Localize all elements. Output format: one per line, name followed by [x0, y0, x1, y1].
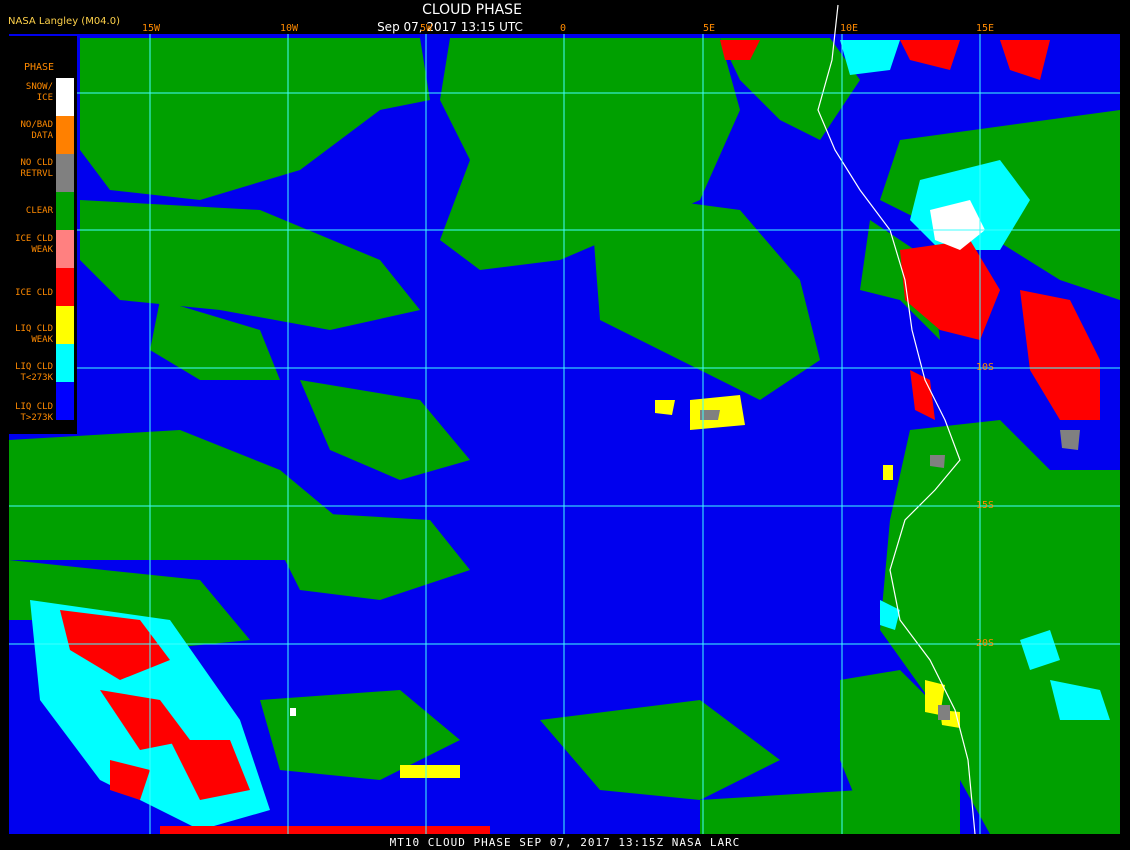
lon-label: 15E [976, 23, 995, 34]
legend-label: SNOW/ ICE [25, 82, 53, 103]
legend-label: NO/BAD DATA [20, 120, 53, 141]
legend-swatch [56, 268, 74, 306]
lon-label: 0 [560, 23, 567, 34]
cloud-phase-map [9, 4, 1120, 835]
legend-swatch [56, 192, 74, 230]
legend-item: LIQ CLD T<273K [9, 344, 77, 383]
lon-label: 5W [420, 23, 433, 34]
legend-label: NO CLD RETRVL [20, 158, 53, 179]
legend-swatch [56, 306, 74, 344]
legend-item: ICE CLD WEAK [9, 230, 77, 268]
footer-caption: MT10 CLOUD PHASE SEP 07, 2017 13:15Z NAS… [389, 836, 741, 849]
lat-label: 20S [976, 638, 995, 649]
legend-item: SNOW/ ICE [9, 78, 77, 116]
legend-item: CLEAR [9, 192, 77, 230]
lon-label: 10W [280, 23, 299, 34]
page-title: CLOUD PHASE [422, 2, 522, 18]
phase-legend: PHASE SNOW/ ICE NO/BAD DATA NO CLD RETRV… [9, 36, 77, 434]
legend-swatch [56, 230, 74, 268]
legend-swatch [56, 344, 74, 382]
legend-swatch [56, 116, 74, 154]
lon-label: 15W [142, 23, 161, 34]
legend-item: ICE CLD [9, 268, 77, 306]
legend-item: NO/BAD DATA [9, 116, 77, 154]
legend-label: ICE CLD [15, 288, 53, 298]
legend-label: LIQ CLD T>273K [15, 402, 53, 423]
legend-item: NO CLD RETRVL [9, 154, 77, 192]
legend-label: LIQ CLD T<273K [15, 362, 53, 383]
legend-label: ICE CLD WEAK [15, 234, 53, 255]
lon-label: 5E [703, 23, 716, 34]
legend-item: LIQ CLD T>273K [9, 382, 77, 423]
legend-title: PHASE [23, 62, 55, 73]
legend-label: CLEAR [25, 206, 53, 216]
legend-swatch [56, 78, 74, 116]
timestamp: Sep 07, 2017 13:15 UTC [377, 20, 523, 34]
lon-label: 10E [840, 23, 859, 34]
legend-label: LIQ CLD WEAK [15, 324, 53, 345]
legend-swatch [56, 382, 74, 420]
legend-swatch [56, 154, 74, 192]
lat-label: 10S [976, 362, 995, 373]
lat-label: 15S [976, 500, 995, 511]
legend-item: LIQ CLD WEAK [9, 306, 77, 345]
